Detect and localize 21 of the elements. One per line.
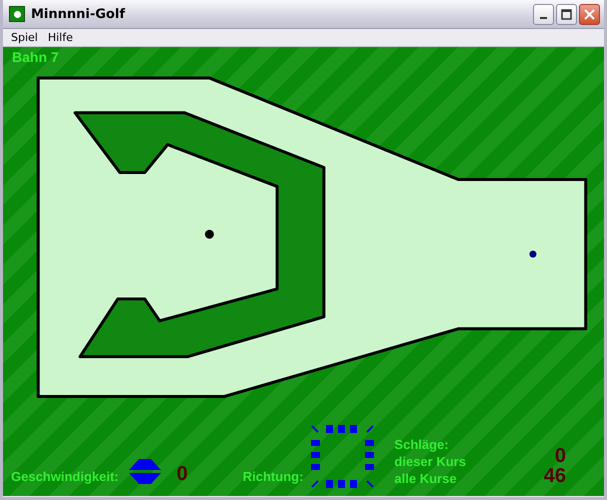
speed-value: 0 (176, 464, 188, 484)
minimize-button[interactable] (533, 4, 554, 24)
close-icon (584, 8, 595, 20)
direction-label: Richtung: (242, 469, 304, 484)
minimize-icon (540, 17, 547, 19)
close-button[interactable] (579, 4, 600, 24)
hole (529, 250, 536, 258)
window-title: Minnnni-Golf (31, 6, 126, 22)
strokes-count: 0 (554, 446, 566, 466)
strokes-row-label: dieser Kurs (394, 454, 466, 469)
speed-label: Geschwindigkeit: (11, 469, 119, 484)
strokes-label: Schläge: (394, 437, 450, 452)
strokes-count: 46 (544, 466, 566, 486)
golf-ball (204, 230, 214, 239)
app-icon (9, 6, 25, 22)
hole-label: Bahn 7 (12, 49, 59, 65)
maximize-icon (561, 8, 572, 20)
menu-item[interactable]: Spiel (6, 31, 43, 44)
menu-item[interactable]: Hilfe (42, 31, 78, 44)
strokes-row-label: alle Kurse (394, 471, 458, 486)
maximize-button[interactable] (556, 4, 577, 24)
